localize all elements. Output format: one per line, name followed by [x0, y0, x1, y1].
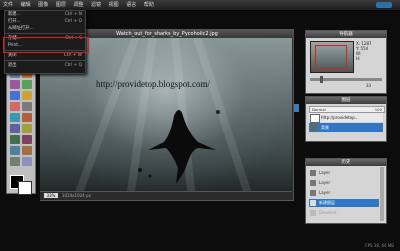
menu-item-shortcut: Ctrl + O [64, 19, 82, 24]
background-color-swatch[interactable] [18, 181, 32, 195]
history-item-label: Layer [319, 180, 331, 185]
menu-item-open[interactable]: 打开... Ctrl + O [5, 18, 85, 25]
history-item[interactable]: Layer [309, 189, 379, 197]
layer-name: http://providetop... [321, 115, 359, 120]
history-item[interactable]: Layer [309, 179, 379, 187]
zoom-tool-icon[interactable] [22, 146, 32, 155]
layers-options: Normal 100 [309, 106, 385, 113]
shape-tool-icon[interactable] [22, 157, 32, 166]
menu-item-shortcut: Ctrl + W [63, 53, 82, 58]
history-scrollbar[interactable] [380, 167, 384, 221]
menu-layer[interactable]: 图层 [53, 0, 69, 10]
wand-tool-icon[interactable] [22, 80, 32, 89]
blur-tool-icon[interactable] [22, 124, 32, 133]
history-item-label: Layer [319, 170, 331, 175]
layer-name: 背景 [321, 125, 329, 130]
menu-divider [5, 33, 85, 34]
menu-item-new[interactable]: 新建... Ctrl + N [5, 11, 85, 18]
navigator-zoom-knob[interactable] [320, 76, 323, 83]
menu-item-label: 退出 [8, 63, 17, 68]
save-highlight-box [3, 37, 89, 53]
blend-mode-select[interactable]: Normal [312, 107, 326, 112]
menu-item-label: 从网址打开... [8, 26, 34, 31]
h-label: H: [356, 56, 361, 61]
menu-language[interactable]: 语言 [123, 0, 139, 10]
opacity-input[interactable]: 100 [375, 107, 382, 112]
history-step-icon [310, 190, 316, 196]
history-item-label: Deselect [319, 210, 337, 215]
navigator-zoom-value[interactable]: 33 [366, 83, 371, 88]
clone-tool-icon[interactable] [10, 124, 20, 133]
menu-item-shortcut: Ctrl + Q [64, 63, 82, 68]
canvas-edge-swatch [294, 104, 299, 112]
image-dimensions: 1024x1024 px [62, 193, 91, 198]
history-step-icon [310, 170, 316, 176]
navigator-title: 导航器 [306, 31, 386, 38]
text-tool-icon[interactable] [22, 135, 32, 144]
navigator-coords: X: 1287 Y: 554 W: H: [356, 41, 372, 61]
history-item-label: Layer [319, 190, 331, 195]
hand-tool-icon[interactable] [10, 146, 20, 155]
app-logo-icon [376, 2, 392, 8]
brush-tool-icon[interactable] [10, 102, 20, 111]
fps-status: FPS 38, 64 MB [365, 243, 394, 248]
crop-tool-icon[interactable] [10, 91, 20, 100]
pencil-tool-icon[interactable] [22, 91, 32, 100]
history-item-label: 新建图层 [319, 200, 335, 205]
menu-item-shortcut: Ctrl + N [64, 12, 82, 17]
layer-row[interactable]: http://providetop... [309, 113, 383, 123]
menu-divider [5, 60, 85, 61]
history-item[interactable]: Layer [309, 169, 379, 177]
menu-item-label: 打开... [8, 19, 21, 24]
history-item-selected[interactable]: 新建图层 [309, 199, 379, 207]
overlay-url-text: http://providetop.blogspot.com/ [96, 79, 210, 89]
history-title: 历史 [306, 159, 386, 166]
gradient-tool-icon[interactable] [22, 113, 32, 122]
layer-row-selected[interactable]: 背景 [309, 123, 383, 132]
menu-item-label: 新建... [8, 12, 21, 17]
menu-adjust[interactable]: 调整 [70, 0, 86, 10]
eyedropper-tool-icon[interactable] [10, 157, 20, 166]
navigator-panel: 导航器 X: 1287 Y: 554 W: H: 33 [305, 30, 387, 94]
zoom-input[interactable]: 33% [44, 193, 58, 198]
layer-thumbnail [310, 114, 320, 123]
layer-thumbnail [310, 124, 318, 131]
y-value: 554 [360, 46, 369, 51]
toolbox [6, 66, 36, 195]
menu-filter[interactable]: 滤镜 [88, 0, 104, 10]
menu-item-close[interactable]: 关闭 Ctrl + W [5, 52, 85, 59]
menu-item-label: 关闭 [8, 53, 17, 58]
menu-help[interactable]: 帮助 [141, 0, 157, 10]
history-step-icon [310, 180, 316, 186]
layers-title: 图层 [306, 97, 386, 104]
menu-edit[interactable]: 编辑 [18, 0, 34, 10]
history-step-icon [310, 210, 316, 216]
menu-view[interactable]: 视图 [106, 0, 122, 10]
lasso-tool-icon[interactable] [10, 80, 20, 89]
history-item[interactable]: Deselect [309, 209, 379, 217]
navigator-thumbnail[interactable] [310, 41, 354, 73]
navigator-viewport-box[interactable] [315, 45, 347, 69]
sponge-tool-icon[interactable] [10, 135, 20, 144]
history-panel: 历史 Layer Layer Layer 新建图层 Deselect [305, 158, 387, 224]
bucket-tool-icon[interactable] [10, 113, 20, 122]
menu-item-exit[interactable]: 退出 Ctrl + Q [5, 62, 85, 69]
image-statusbar: 33% 1024x1024 px [40, 191, 292, 200]
menu-item-open-url[interactable]: 从网址打开... [5, 25, 85, 32]
menu-image[interactable]: 图像 [35, 0, 51, 10]
eraser-tool-icon[interactable] [22, 102, 32, 111]
history-step-icon [310, 200, 316, 206]
layers-panel: 图层 Normal 100 http://providetop... 背景 [305, 96, 387, 142]
menu-file[interactable]: 文件 [0, 0, 16, 10]
